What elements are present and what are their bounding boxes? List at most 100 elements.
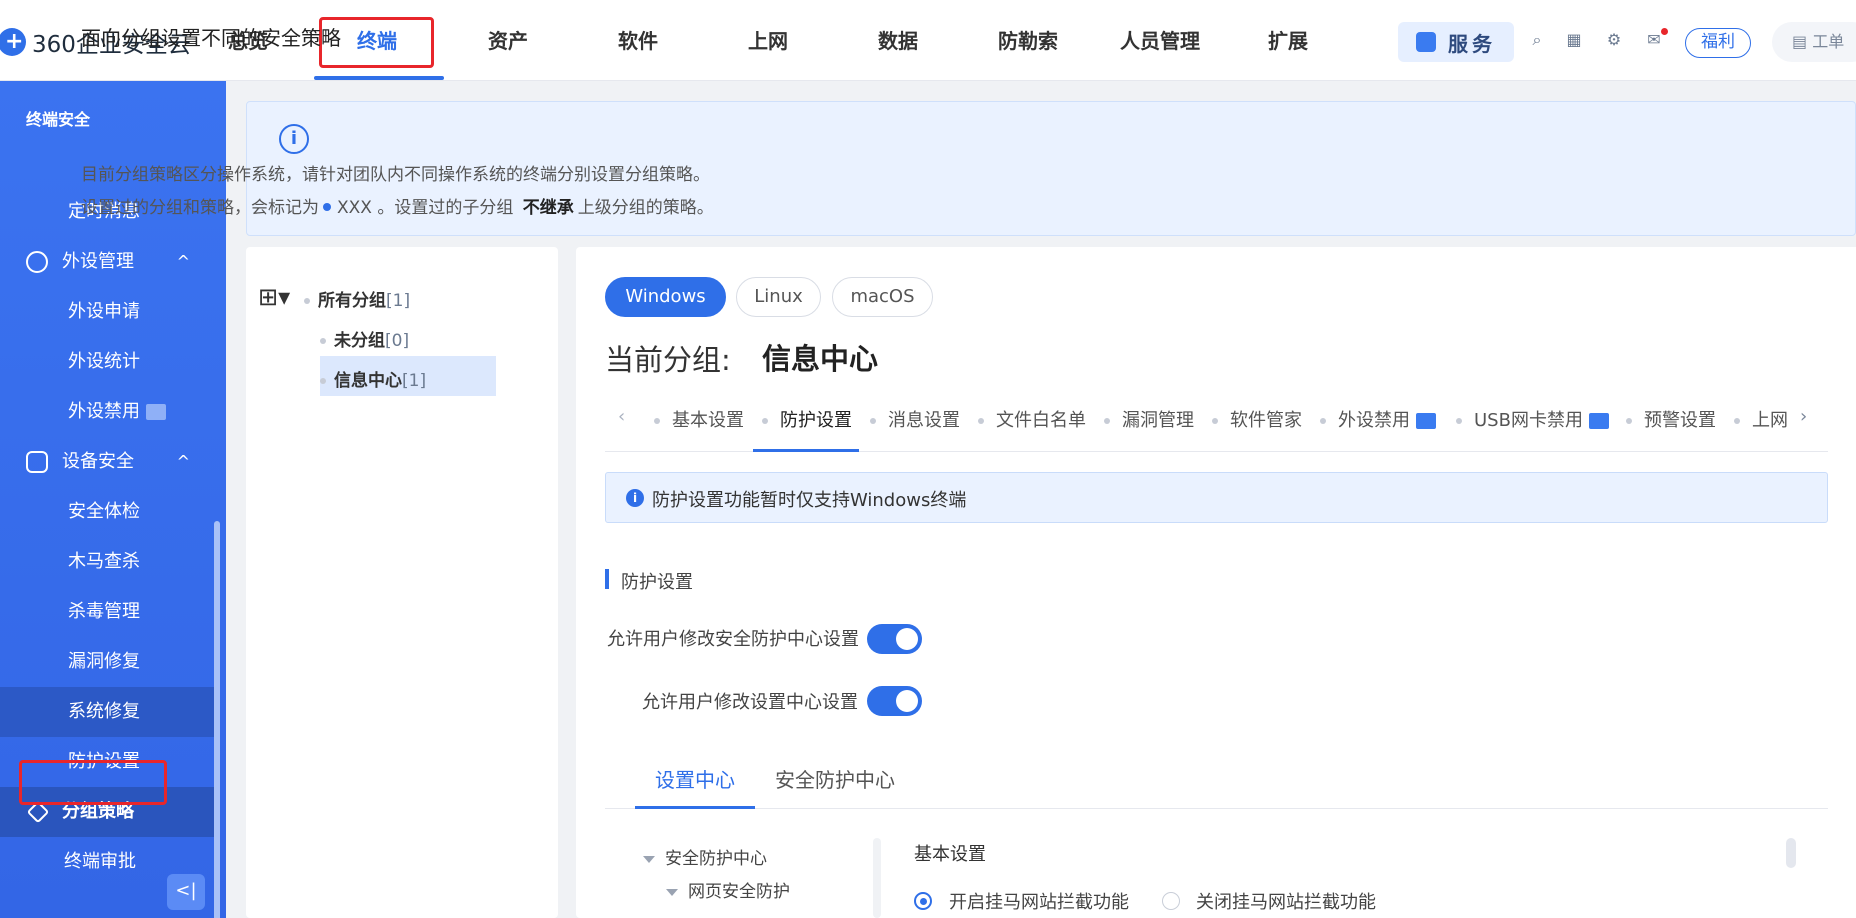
tab-security-protection-center[interactable]: 安全防护中心	[775, 764, 895, 793]
content-scrollbar[interactable]	[1786, 838, 1796, 868]
radio-label-enable: 开启挂马网站拦截功能	[949, 892, 1129, 913]
tab-label: 软件管家	[1230, 410, 1302, 431]
os-tab-macos[interactable]: macOS	[832, 277, 933, 317]
tab-message-settings[interactable]: 消息设置	[870, 406, 960, 432]
sidebar-scrollbar[interactable]	[214, 521, 220, 918]
tab-label: 漏洞管理	[1122, 410, 1194, 431]
tab-protection-settings[interactable]: 防护设置	[762, 406, 852, 432]
sidebar-item-peripheral-apply[interactable]: 外设申请	[0, 287, 214, 337]
service-label: 服务	[1448, 31, 1496, 56]
nav-item-internet[interactable]: 上网	[738, 25, 798, 57]
sidebar-item-antivirus[interactable]: 杀毒管理	[0, 587, 214, 637]
nav-item-software[interactable]: 软件	[608, 25, 668, 57]
info-icon: i	[626, 489, 644, 507]
tab-dot	[870, 418, 876, 424]
tab-dot	[1104, 418, 1110, 424]
section-marker	[605, 569, 609, 589]
sidebar-item-system-repair[interactable]: 系统修复	[0, 687, 214, 737]
tab-label: 消息设置	[888, 410, 960, 431]
sidebar-item-label: 外设管理	[62, 251, 134, 272]
chart-badge-icon	[1416, 413, 1436, 429]
toggle-allow-modify-security-center[interactable]	[867, 624, 922, 654]
section-title: 防护设置	[621, 572, 693, 593]
chevron-right-icon[interactable]: ›	[1800, 406, 1807, 427]
tab-basic-settings[interactable]: 基本设置	[654, 406, 744, 432]
sidebar-item-security-check[interactable]: 安全体检	[0, 487, 214, 537]
bottom-tab-underline	[635, 806, 755, 809]
service-button[interactable]: 服务	[1398, 22, 1514, 62]
info-alert-text: 防护设置功能暂时仅支持Windows终端	[652, 490, 967, 511]
panel-splitter[interactable]	[873, 838, 881, 918]
tab-label: 上网	[1752, 410, 1788, 431]
bottom-tab-divider	[605, 808, 1828, 809]
sidebar-item-trojan-scan[interactable]: 木马查杀	[0, 537, 214, 587]
tree-node-ungrouped[interactable]: 未分组[0]	[320, 326, 409, 351]
node-dot	[320, 338, 326, 344]
tab-label: 防护设置	[780, 410, 852, 431]
sidebar-item-vuln-fix[interactable]: 漏洞修复	[0, 637, 214, 687]
toggle-allow-modify-settings-center[interactable]	[867, 686, 922, 716]
welfare-button[interactable]: 福利	[1685, 28, 1751, 58]
sidebar-highlight-box	[19, 760, 167, 805]
radio-label-disable: 关闭挂马网站拦截功能	[1196, 892, 1376, 913]
nav-item-data[interactable]: 数据	[868, 25, 928, 57]
shield-icon	[26, 451, 48, 473]
nav-item-ransomware[interactable]: 防勒索	[988, 25, 1068, 57]
tab-label: 外设禁用	[1338, 410, 1410, 431]
nav-item-people[interactable]: 人员管理	[1112, 25, 1208, 57]
chevron-left-icon[interactable]: ‹	[618, 406, 625, 427]
switch-label-settings-center: 允许用户修改设置中心设置	[642, 692, 858, 713]
sidebar-item-label: 木马查杀	[68, 551, 140, 572]
group-tree-icon[interactable]: ⊞▾	[258, 283, 290, 311]
notice-line-1: 目前分组策略区分操作系统，请针对团队内不同操作系统的终端分别设置分组策略。	[81, 165, 710, 185]
tab-label: 预警设置	[1644, 410, 1716, 431]
collapse-sidebar-button[interactable]: <|	[167, 874, 205, 910]
tree-node-info-center[interactable]: 信息中心[1]	[320, 366, 426, 391]
gear-icon[interactable]: ⚙	[1604, 30, 1624, 50]
sidebar-item-peripheral-disable[interactable]: 外设禁用	[0, 387, 214, 437]
tab-dot	[762, 418, 768, 424]
nav-item-assets[interactable]: 资产	[478, 25, 538, 57]
os-tab-linux[interactable]: Linux	[736, 277, 821, 317]
tab-active-underline	[753, 449, 859, 452]
tab-vuln-management[interactable]: 漏洞管理	[1104, 406, 1194, 432]
info-icon: i	[279, 124, 309, 154]
os-tab-windows[interactable]: Windows	[605, 277, 726, 317]
ticket-button[interactable]: ▤ 工单	[1772, 22, 1856, 62]
tab-file-whitelist[interactable]: 文件白名单	[978, 406, 1086, 432]
sidebar-item-label: 杀毒管理	[68, 601, 140, 622]
notice-title: 面向分组设置不同的安全策略	[81, 26, 341, 50]
sidebar-item-label: 设备安全	[62, 451, 134, 472]
sidebar-group-device-security[interactable]: 设备安全 ^	[0, 437, 214, 487]
tab-internet[interactable]: 上网	[1734, 406, 1796, 432]
notice-text: XXX 。设置过的子分组	[337, 198, 514, 218]
tab-settings-center[interactable]: 设置中心	[655, 764, 735, 793]
tree-node-all-groups[interactable]: 所有分组[1]	[304, 286, 410, 311]
basic-settings-title: 基本设置	[914, 844, 986, 865]
tab-dot	[1734, 418, 1740, 424]
tab-software-manager[interactable]: 软件管家	[1212, 406, 1302, 432]
tree-item-security-center[interactable]: 安全防护中心	[643, 844, 767, 869]
tree-item-web-protection[interactable]: 网页安全防护	[666, 877, 790, 902]
marker-dot	[323, 203, 331, 211]
radio-enable-trojan-block[interactable]	[914, 892, 932, 910]
radio-disable-trojan-block[interactable]	[1162, 892, 1180, 910]
tree-item-label: 安全防护中心	[665, 849, 767, 869]
nav-item-extend[interactable]: 扩展	[1258, 25, 1318, 57]
qrcode-icon[interactable]: ▦	[1564, 30, 1584, 50]
tab-label: USB网卡禁用	[1474, 410, 1583, 431]
sidebar-item-peripheral-stats[interactable]: 外设统计	[0, 337, 214, 387]
search-icon[interactable]: ⌕	[1527, 30, 1547, 50]
tab-peripheral-disable[interactable]: 外设禁用	[1320, 406, 1436, 432]
sidebar-item-label: 外设申请	[68, 301, 140, 322]
notice-text: 上级分组的策略。	[577, 198, 714, 218]
tab-label: 基本设置	[672, 410, 744, 431]
tab-usb-nic-disable[interactable]: USB网卡禁用	[1456, 406, 1609, 432]
tab-alert-settings[interactable]: 预警设置	[1626, 406, 1716, 432]
tab-dot	[1320, 418, 1326, 424]
caret-down-icon	[666, 888, 678, 896]
tab-label: 文件白名单	[996, 410, 1086, 431]
chart-badge-icon	[146, 404, 166, 420]
puzzle-icon	[1416, 32, 1436, 52]
sidebar-group-peripheral[interactable]: 外设管理 ^	[0, 237, 214, 287]
